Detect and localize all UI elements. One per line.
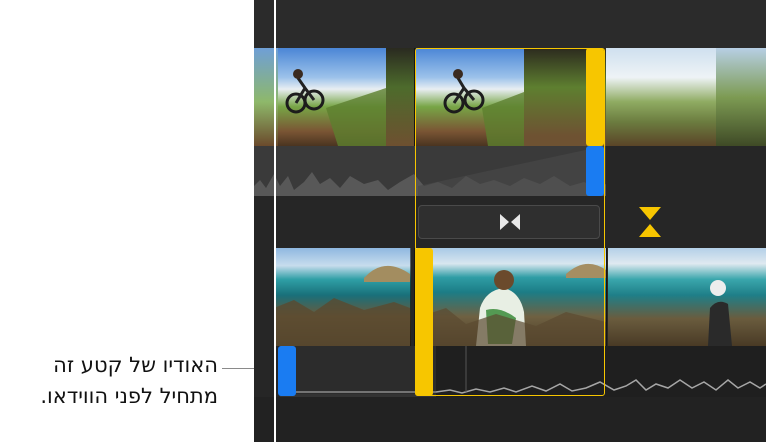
video-frame (386, 48, 414, 146)
top-audio-end-handle[interactable] (586, 146, 604, 196)
callout-line-1: האודיו של קטע זה (53, 353, 218, 377)
video-frame (278, 48, 387, 146)
video-clip-bike-1[interactable] (254, 48, 415, 146)
callout-text: האודיו של קטע זה מתחיל לפני הווידאו. (0, 350, 218, 412)
rider-bike-image (285, 69, 386, 146)
video-frame (608, 248, 689, 346)
playhead[interactable] (274, 0, 276, 442)
timeline[interactable] (254, 0, 766, 442)
video-clip-coast-1[interactable] (274, 248, 415, 346)
video-frame (688, 248, 766, 346)
hourglass-precision-icon[interactable] (638, 206, 662, 238)
video-clip-coast-3[interactable] (608, 248, 766, 346)
top-clip-end-handle[interactable] (586, 48, 604, 146)
coast-hill-image (274, 265, 410, 346)
video-frame (606, 48, 717, 146)
audio-track-top-empty (606, 146, 766, 196)
video-frame (274, 248, 411, 346)
rider-coast-image (708, 280, 732, 346)
callout-line-2: מתחיל לפני הווידאו. (40, 384, 218, 408)
bottom-clip-start-handle[interactable] (415, 248, 433, 396)
bottom-audio-start-handle[interactable] (278, 346, 296, 396)
video-frame (716, 48, 766, 146)
video-clip-bike-3[interactable] (606, 48, 766, 146)
timeline-bottom-gutter (254, 397, 766, 442)
timeline-top-gutter (254, 0, 766, 48)
selection-outline (415, 48, 605, 396)
